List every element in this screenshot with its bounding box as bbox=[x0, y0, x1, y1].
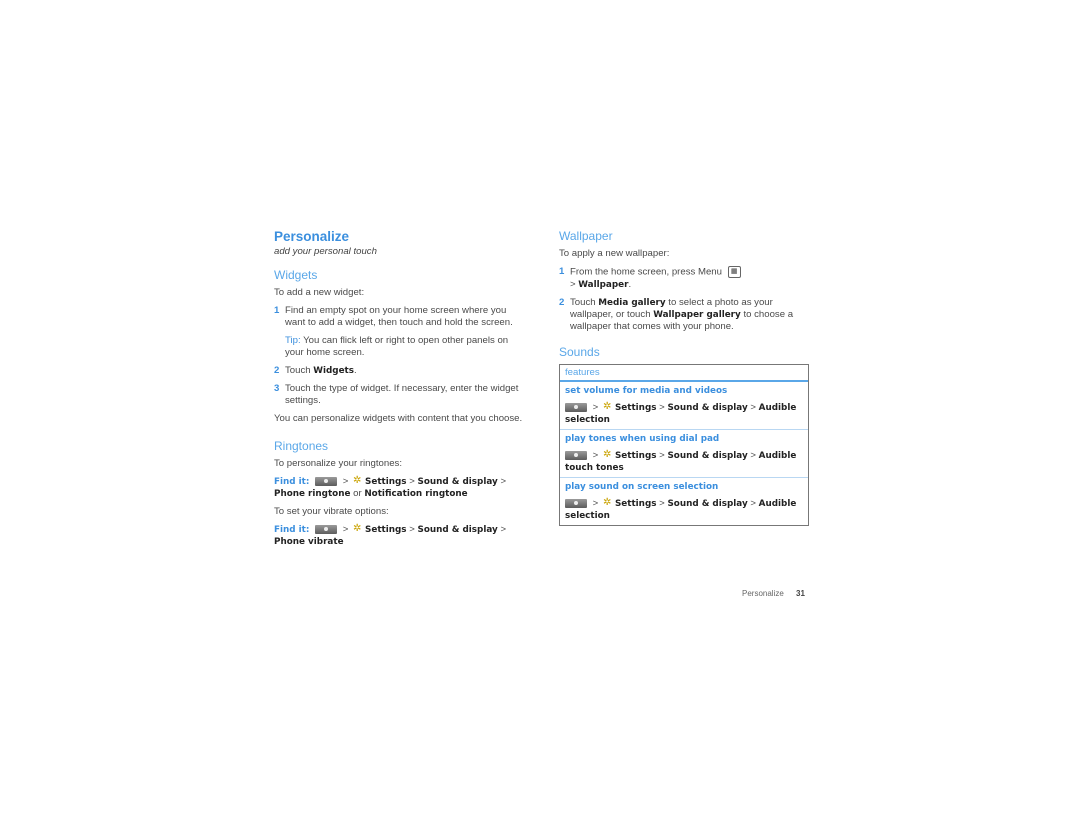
table-row: play sound on screen selection > ✲ Settin… bbox=[560, 478, 808, 525]
feature-path: > ✲ Settings > Sound & display > Audible … bbox=[565, 497, 797, 521]
page-subtitle: add your personal touch bbox=[274, 246, 377, 257]
feature-title: play tones when using dial pad bbox=[565, 433, 720, 444]
wallpaper-step-1: 1 From the home screen, press Menu ▦ > W… bbox=[559, 266, 809, 291]
page-title: Personalize bbox=[274, 229, 350, 244]
step-number: 3 bbox=[274, 383, 280, 394]
menu-key-icon bbox=[315, 524, 338, 534]
footer-section: Personalize bbox=[742, 589, 784, 598]
widgets-heading: Widgets bbox=[274, 268, 318, 282]
ringtones-heading: Ringtones bbox=[274, 439, 329, 453]
wallpaper-step-2: 2 Touch Media gallery to select a photo … bbox=[559, 296, 794, 332]
wallpaper-intro: To apply a new wallpaper: bbox=[559, 248, 670, 259]
feature-title: play sound on screen selection bbox=[565, 481, 719, 492]
page-number: 31 bbox=[796, 589, 805, 598]
table-row: play tones when using dial pad > ✲ Settin… bbox=[560, 430, 808, 478]
settings-gear-icon: ✲ bbox=[602, 497, 612, 508]
tip-label: Tip: bbox=[285, 335, 301, 346]
feature-path: > ✲ Settings > Sound & display > Audible … bbox=[565, 449, 797, 473]
find-it-label: Find it: bbox=[274, 477, 310, 487]
wallpaper-heading: Wallpaper bbox=[559, 229, 613, 243]
vibrate-findit: Find it: > ✲ Settings > Sound & display >… bbox=[274, 523, 507, 547]
ringtones-intro: To personalize your ringtones: bbox=[274, 458, 402, 469]
settings-gear-icon: ✲ bbox=[353, 523, 362, 535]
menu-key-icon bbox=[565, 402, 587, 412]
menu-key-icon bbox=[315, 476, 338, 486]
settings-gear-icon: ✲ bbox=[602, 449, 612, 460]
settings-gear-icon: ✲ bbox=[602, 401, 612, 412]
menu-grid-icon: ▦ bbox=[727, 266, 741, 278]
widgets-outro: You can personalize widgets with content… bbox=[274, 413, 523, 424]
step-number: 2 bbox=[274, 365, 280, 376]
feature-path: > ✲ Settings > Sound & display > Audible … bbox=[565, 401, 797, 425]
sounds-features-table: features set volume for media and videos… bbox=[559, 363, 809, 526]
find-it-label: Find it: bbox=[274, 525, 310, 535]
menu-key-icon bbox=[565, 498, 587, 508]
vibrate-intro: To set your vibrate options: bbox=[274, 506, 389, 517]
step-number: 1 bbox=[559, 266, 565, 277]
left-column: Personalize add your personal touch Widg… bbox=[274, 229, 524, 554]
widgets-step-2: 2 Touch Widgets. bbox=[274, 365, 357, 376]
feature-title: set volume for media and videos bbox=[565, 385, 728, 396]
sounds-heading: Sounds bbox=[559, 344, 600, 359]
ringtones-findit: Find it: > ✲ Settings > Sound & display >… bbox=[274, 475, 507, 499]
table-header: features bbox=[560, 365, 808, 382]
right-column: Wallpaper To apply a new wallpaper: 1 Fr… bbox=[559, 229, 809, 526]
widgets-intro: To add a new widget: bbox=[274, 287, 365, 298]
widgets-step-1: 1 Find an empty spot on your home screen… bbox=[274, 305, 513, 328]
table-row: set volume for media and videos > ✲ Setti… bbox=[560, 382, 808, 430]
menu-key-icon bbox=[565, 450, 587, 460]
step-number: 2 bbox=[559, 296, 565, 308]
widgets-step-3: 3 Touch the type of widget. If necessary… bbox=[274, 383, 519, 406]
settings-gear-icon: ✲ bbox=[353, 475, 362, 487]
page-footer: Personalize 31 bbox=[742, 589, 805, 598]
step-number: 1 bbox=[274, 305, 280, 316]
tip-text: You can flick left or right to open othe… bbox=[285, 335, 509, 358]
widgets-tip: Tip: You can flick left or right to open… bbox=[274, 335, 524, 359]
